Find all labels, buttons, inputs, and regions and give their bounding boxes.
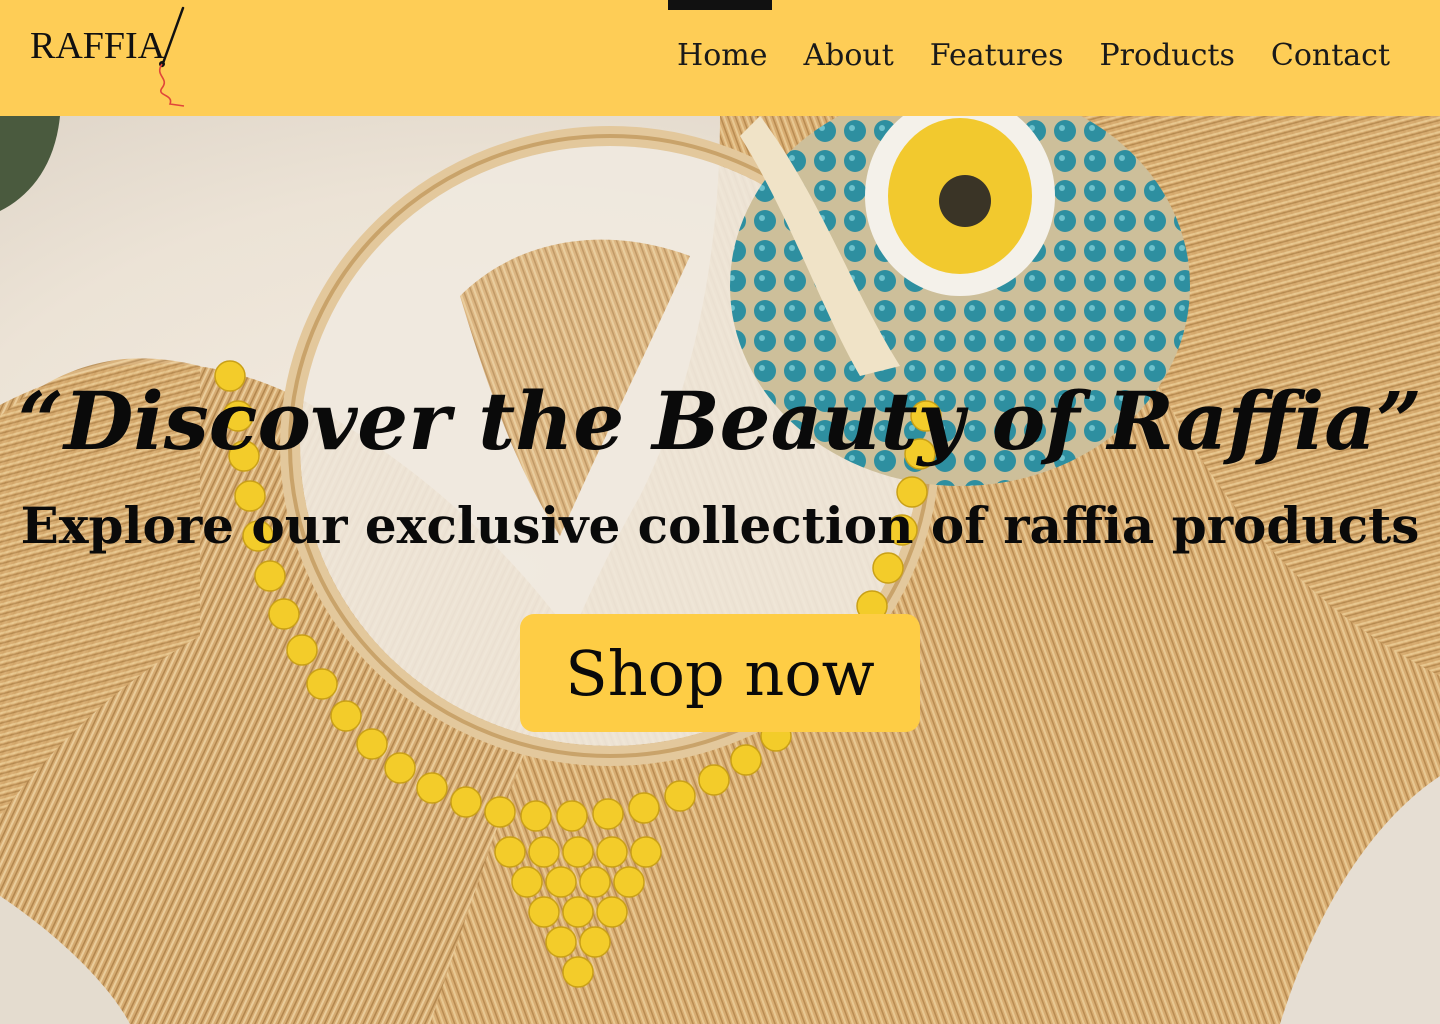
nav-contact[interactable]: Contact: [1253, 0, 1408, 116]
hero-title: “Discover the Beauty of Raffia”: [17, 374, 1423, 468]
site-header: RAFFIA Home About Features Products Cont…: [0, 0, 1440, 116]
shop-now-button[interactable]: Shop now: [520, 614, 920, 732]
brand-name: RAFFIA: [30, 25, 166, 67]
hero-subtitle: Explore our exclusive collection of raff…: [20, 496, 1420, 555]
needle-thread-icon: [158, 6, 185, 107]
nav-about[interactable]: About: [785, 0, 911, 116]
hero-section: “Discover the Beauty of Raffia” Explore …: [0, 116, 1440, 1024]
nav-home[interactable]: Home: [659, 0, 785, 116]
nav-products[interactable]: Products: [1081, 0, 1252, 116]
brand-logo[interactable]: RAFFIA: [30, 6, 200, 110]
hero-background-image: [0, 116, 1440, 1024]
main-nav: Home About Features Products Contact: [659, 0, 1408, 116]
nav-features[interactable]: Features: [912, 0, 1082, 116]
